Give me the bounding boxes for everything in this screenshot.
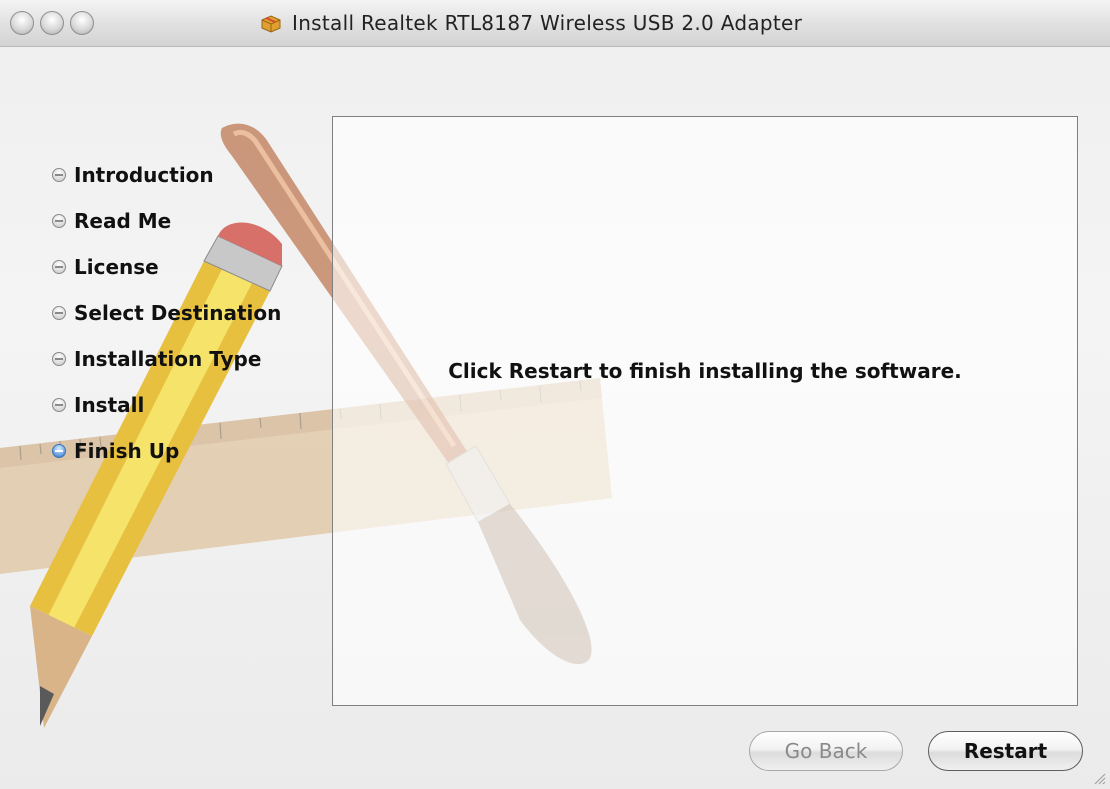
content-pane: Click Restart to finish installing the s… [332,116,1078,706]
installer-window: Install Realtek RTL8187 Wireless USB 2.0… [0,0,1110,789]
step-label: Introduction [74,163,214,187]
step-select-destination: Select Destination [52,290,281,336]
minimize-window-button[interactable] [40,11,64,35]
finish-message: Click Restart to finish installing the s… [448,359,962,383]
package-icon [261,15,281,33]
step-bullet-icon [52,398,66,412]
step-install: Install [52,382,281,428]
window-title: Install Realtek RTL8187 Wireless USB 2.0… [292,11,803,35]
close-window-button[interactable] [10,11,34,35]
step-label: Read Me [74,209,172,233]
step-bullet-icon [52,352,66,366]
zoom-window-button[interactable] [70,11,94,35]
step-label: Select Destination [74,301,282,325]
restart-button[interactable]: Restart [928,731,1083,771]
step-read-me: Read Me [52,198,281,244]
installer-steps: Introduction Read Me License Select Dest… [52,152,281,474]
step-bullet-icon [52,214,66,228]
step-license: License [52,244,281,290]
go-back-button[interactable]: Go Back [749,731,903,771]
current-step-bullet-icon [52,444,66,458]
step-bullet-icon [52,306,66,320]
title-bar[interactable]: Install Realtek RTL8187 Wireless USB 2.0… [0,0,1110,47]
window-title-group: Install Realtek RTL8187 Wireless USB 2.0… [260,9,802,37]
resize-grip-icon[interactable] [1092,771,1106,785]
step-bullet-icon [52,260,66,274]
step-bullet-icon [52,168,66,182]
step-finish-up: Finish Up [52,428,281,474]
step-label: Installation Type [74,347,262,371]
step-label: License [74,255,159,279]
step-introduction: Introduction [52,152,281,198]
step-label: Install [74,393,145,417]
step-installation-type: Installation Type [52,336,281,382]
step-label: Finish Up [74,439,180,463]
